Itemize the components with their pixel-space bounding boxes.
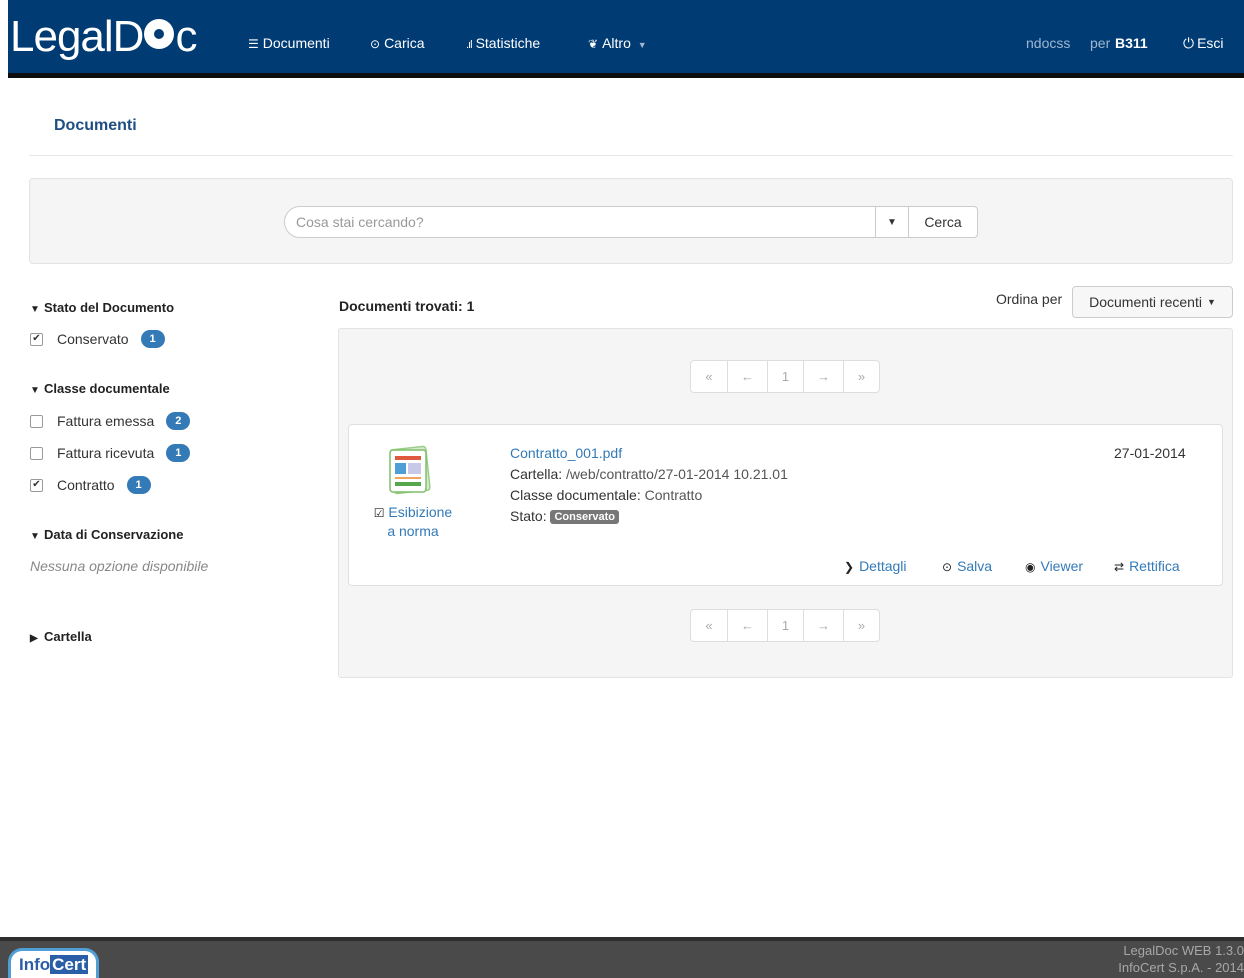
count-badge: 1 (140, 330, 165, 348)
facet-item-contratto[interactable]: ✔ Contratto 1 (30, 476, 151, 494)
checkbox-unchecked[interactable] (30, 446, 43, 460)
pager-prev[interactable]: ← (727, 610, 767, 641)
caret-down-icon: ▼ (887, 216, 897, 228)
facet-classe-header[interactable]: ▼ Classe documentale (30, 381, 170, 396)
caret-down-icon: ▼ (637, 40, 647, 50)
nav-altro-dropdown[interactable]: ❦ Altro ▼ (588, 35, 647, 51)
per-label: per (1090, 35, 1111, 51)
facet-stato-header[interactable]: ▼ Stato del Documento (30, 300, 174, 315)
count-badge: 1 (126, 476, 151, 494)
chevron-right-icon: ❯ (844, 560, 855, 574)
nav-carica[interactable]: ⊙ Carica (370, 35, 425, 51)
footer-version: LegalDoc WEB 1.3.0 InfoCert S.p.A. - 201… (1118, 943, 1244, 975)
pager-last[interactable]: » (843, 610, 879, 641)
document-thumbnail-icon[interactable] (384, 445, 434, 495)
facet-empty-message: Nessuna opzione disponibile (30, 558, 209, 574)
count-badge: 2 (166, 412, 191, 430)
chevron-down-icon: ▼ (30, 304, 40, 315)
signal-icon: .ıl (466, 39, 472, 51)
facet-cartella-header[interactable]: ▶ Cartella (30, 629, 92, 644)
infocert-logo[interactable]: Info Cert (8, 948, 100, 978)
disc-icon (144, 19, 175, 49)
checkbox-checked[interactable]: ✔ (30, 332, 43, 346)
checkbox-unchecked[interactable] (30, 414, 43, 428)
checkbox-checked[interactable]: ✔ (30, 478, 43, 492)
download-icon: ⊙ (942, 560, 953, 574)
document-stato: Stato: Conservato (510, 508, 620, 524)
search-input[interactable] (284, 206, 876, 238)
upload-icon: ⊙ (370, 37, 381, 51)
pagination-bottom: « ← 1 → » (690, 609, 880, 642)
org-code: B311 (1115, 35, 1148, 51)
page-title: Documenti (54, 117, 137, 134)
document-classe: Classe documentale: Contratto (510, 487, 703, 503)
pager-first[interactable]: « (691, 610, 727, 641)
dettagli-link[interactable]: ❯ Dettagli (844, 558, 907, 574)
logout-link[interactable]: ⏻ Esci (1183, 35, 1224, 52)
facet-item-fattura-emessa[interactable]: Fattura emessa 2 (30, 412, 191, 430)
facet-data-header[interactable]: ▼ Data di Conservazione (30, 527, 183, 542)
facet-item-fattura-ricevuta[interactable]: Fattura ricevuta 1 (30, 444, 191, 462)
document-date: 27-01-2014 (1114, 445, 1186, 461)
footer (0, 937, 1244, 978)
list-icon: ☰ (248, 37, 259, 51)
eye-icon: ◉ (1025, 560, 1036, 574)
leaf-icon: ❦ (588, 37, 599, 51)
power-icon: ⏻ (1183, 35, 1195, 51)
pager-next[interactable]: → (803, 361, 843, 392)
chevron-down-icon: ▼ (30, 531, 40, 542)
pager-page[interactable]: 1 (767, 361, 803, 392)
legaldoc-logo[interactable]: LegalD c (10, 12, 197, 62)
check-square-icon: ☑ (373, 506, 385, 520)
pager-prev[interactable]: ← (727, 361, 767, 392)
caret-down-icon: ▼ (1206, 297, 1216, 307)
esibizione-a-norma-link[interactable]: ☑ Esibizione a norma (358, 503, 468, 540)
pager-page[interactable]: 1 (767, 610, 803, 641)
pager-next[interactable]: → (803, 610, 843, 641)
search-button[interactable]: Cerca (908, 206, 978, 238)
status-badge: Conservato (550, 510, 620, 524)
document-cartella: Cartella: /web/contratto/27-01-2014 10.2… (510, 466, 788, 482)
document-card (348, 424, 1223, 586)
chevron-down-icon: ▼ (30, 385, 40, 396)
rettifica-link[interactable]: ⇄ Rettifica (1114, 558, 1180, 574)
retweet-icon: ⇄ (1114, 560, 1125, 574)
document-name-link[interactable]: Contratto_001.pdf (510, 445, 622, 461)
pager-first[interactable]: « (691, 361, 727, 392)
results-count: Documenti trovati: 1 (339, 298, 475, 314)
count-badge: 1 (166, 444, 191, 462)
sort-dropdown[interactable]: Documenti recenti ▼ (1072, 286, 1233, 318)
viewer-link[interactable]: ◉ Viewer (1025, 558, 1083, 574)
salva-link[interactable]: ⊙ Salva (942, 558, 992, 574)
nav-statistiche[interactable]: .ıl Statistiche (466, 35, 540, 51)
pagination-top: « ← 1 → » (690, 360, 880, 393)
facet-item-conservato[interactable]: ✔ Conservato 1 (30, 330, 165, 348)
search-options-toggle[interactable]: ▼ (875, 206, 909, 238)
chevron-right-icon: ▶ (30, 633, 38, 644)
nav-documenti[interactable]: ☰ Documenti (248, 35, 330, 51)
sort-label: Ordina per (996, 291, 1063, 307)
pager-last[interactable]: » (843, 361, 879, 392)
header-divider (29, 155, 1233, 156)
user-name: ndocss (1026, 35, 1071, 51)
